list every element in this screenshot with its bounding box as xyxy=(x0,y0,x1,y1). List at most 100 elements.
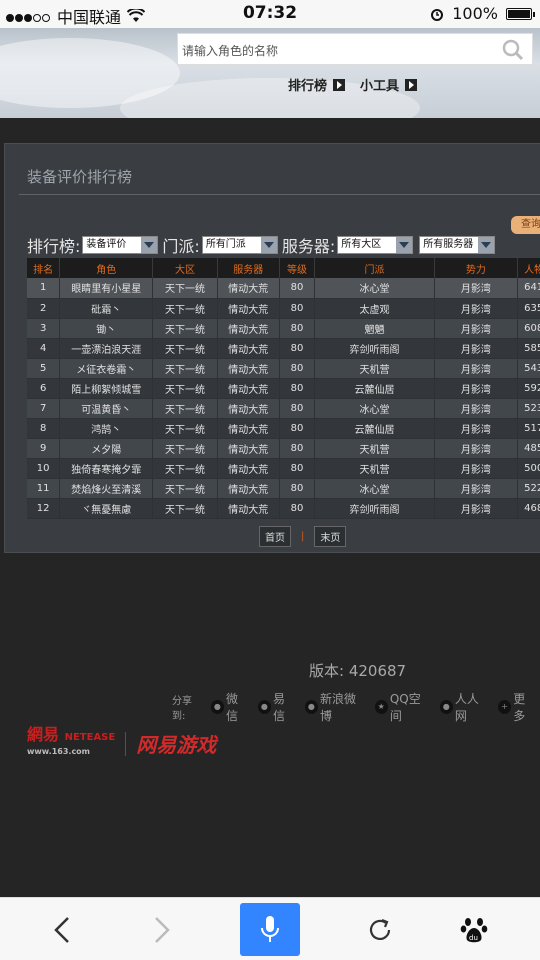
table-row[interactable]: 10独倚春寒掩夕霏天下一统情动大荒80天机营月影湾500 xyxy=(27,458,540,479)
chevron-down-icon xyxy=(260,237,277,253)
table-cell: 一壶漂泊浪天涯 xyxy=(59,338,154,359)
column-header: 人物 xyxy=(517,258,540,278)
table-cell: 月影湾 xyxy=(434,338,519,359)
table-cell: 天下一统 xyxy=(152,498,218,519)
table-cell: 天下一统 xyxy=(152,418,218,439)
table-row[interactable]: 12ヾ無憂無慮天下一统情动大荒80弈剑听雨阁月影湾468 xyxy=(27,498,540,519)
filter-label-school: 门派: xyxy=(162,237,200,256)
yixin-icon: ● xyxy=(257,700,271,714)
search-icon[interactable] xyxy=(502,39,524,61)
reload-button[interactable] xyxy=(358,898,402,960)
share-weibo[interactable]: ● 新浪微博 xyxy=(304,690,366,724)
table-cell: 可温黄昏丶 xyxy=(59,398,154,419)
table-cell: 485 xyxy=(517,438,540,459)
school-select[interactable]: 所有门派 xyxy=(201,236,278,254)
table-cell: 月影湾 xyxy=(434,478,519,499)
table-cell: 情动大荒 xyxy=(217,338,280,359)
table-cell: 独倚春寒掩夕霏 xyxy=(59,458,154,479)
forward-button[interactable] xyxy=(140,898,184,960)
share-more[interactable]: + 更多 xyxy=(497,690,536,724)
wechat-icon: ● xyxy=(210,700,224,714)
svg-text:du: du xyxy=(469,934,478,942)
table-cell: 80 xyxy=(279,418,316,439)
share-yixin[interactable]: ● 易信 xyxy=(257,690,296,724)
filter-label-server: 服务器: xyxy=(281,237,336,256)
share-wechat[interactable]: ● 微信 xyxy=(210,690,249,724)
battery-icon xyxy=(506,7,535,20)
table-cell: 592 xyxy=(517,378,540,399)
ranking-panel: 装备评价排行榜 查询 排行榜: 装备评价 门派: 所有门派 服务器: 所有大区 … xyxy=(4,143,540,553)
filter-label-ranking: 排行榜: xyxy=(27,237,81,256)
table-row[interactable]: 11焚焰烽火至清溪天下一统情动大荒80冰心堂月影湾522 xyxy=(27,478,540,499)
query-button[interactable]: 查询 xyxy=(511,216,540,234)
table-row[interactable]: 8鸿鹄丶天下一统情动大荒80云麓仙居月影湾517 xyxy=(27,418,540,439)
share-bar: 分享到: ● 微信 ● 易信 ● 新浪微博 ★ QQ空间 ● 人人网 + 更多 xyxy=(172,690,540,724)
table-cell: 情动大荒 xyxy=(217,498,280,519)
table-row[interactable]: 2砒霜丶天下一统情动大荒80太虚观月影湾635 xyxy=(27,298,540,319)
table-row[interactable]: 3锄丶天下一统情动大荒80魍魉月影湾608 xyxy=(27,318,540,339)
last-page-button[interactable]: 末页 xyxy=(314,526,347,547)
table-cell: 天下一统 xyxy=(152,378,218,399)
baidu-paw-icon: du xyxy=(460,917,488,942)
table-cell: 月影湾 xyxy=(434,438,519,459)
table-cell: 天下一统 xyxy=(152,278,218,299)
table-cell: メ夕陽 xyxy=(59,438,154,459)
share-qzone[interactable]: ★ QQ空间 xyxy=(374,690,431,724)
search-placeholder: 请输入角色的名称 xyxy=(182,44,279,58)
table-cell: 冰心堂 xyxy=(314,278,435,299)
chevron-right-icon xyxy=(155,916,170,943)
table-cell: 砒霜丶 xyxy=(59,298,154,319)
search-input[interactable]: 请输入角色的名称 xyxy=(177,33,533,65)
nav-tools[interactable]: 小工具 xyxy=(360,75,418,94)
table-row[interactable]: 4一壶漂泊浪天涯天下一统情动大荒80弈剑听雨阁月影湾585 xyxy=(27,338,540,359)
table-cell: 8 xyxy=(27,418,61,439)
table-row[interactable]: 9メ夕陽天下一统情动大荒80天机营月影湾485 xyxy=(27,438,540,459)
play-arrow-icon xyxy=(333,78,346,91)
table-cell: 80 xyxy=(279,378,316,399)
table-cell: 523 xyxy=(517,398,540,419)
table-cell: 月影湾 xyxy=(434,298,519,319)
table-row[interactable]: 1眼睛里有小星星天下一统情动大荒80冰心堂月影湾641 xyxy=(27,278,540,299)
baidu-button[interactable]: du xyxy=(452,898,496,960)
table-cell: 陌上柳絮倾城雪 xyxy=(59,378,154,399)
table-cell: 608 xyxy=(517,318,540,339)
panel-title: 装备评价排行榜 xyxy=(27,168,133,186)
table-cell: 80 xyxy=(279,318,316,339)
table-cell: 天下一统 xyxy=(152,438,218,459)
browser-toolbar: du xyxy=(0,897,540,960)
table-cell: 月影湾 xyxy=(434,318,519,339)
nav-ranking[interactable]: 排行榜 xyxy=(288,75,346,94)
table-cell: 6 xyxy=(27,378,61,399)
column-header: 门派 xyxy=(314,258,435,278)
table-cell: 天机营 xyxy=(314,438,435,459)
back-button[interactable] xyxy=(40,898,84,960)
table-cell: 情动大荒 xyxy=(217,298,280,319)
server-select[interactable]: 所有服务器 xyxy=(419,236,496,254)
alarm-icon xyxy=(431,8,444,21)
table-cell: 冰心堂 xyxy=(314,478,435,499)
table-cell: 鸿鹄丶 xyxy=(59,418,154,439)
version-label: 版本: 420687 xyxy=(309,662,407,680)
refresh-icon xyxy=(369,918,391,940)
table-cell: 517 xyxy=(517,418,540,439)
play-arrow-icon xyxy=(405,78,418,91)
region-select[interactable]: 所有大区 xyxy=(337,236,414,254)
table-cell: 543 xyxy=(517,358,540,379)
renren-icon: ● xyxy=(439,700,453,714)
table-cell: 天下一统 xyxy=(152,338,218,359)
table-cell: 天下一统 xyxy=(152,478,218,499)
footer-links-cut xyxy=(30,763,510,768)
share-renren[interactable]: ● 人人网 xyxy=(439,690,489,724)
ranking-type-select[interactable]: 装备评价 xyxy=(82,236,159,254)
pagination: 首页 | 末页 xyxy=(259,526,347,547)
table-cell: 眼睛里有小星星 xyxy=(59,278,154,299)
voice-search-button[interactable] xyxy=(240,903,300,956)
column-header: 排名 xyxy=(27,258,61,278)
table-cell: 9 xyxy=(27,438,61,459)
table-row[interactable]: 6陌上柳絮倾城雪天下一统情动大荒80云麓仙居月影湾592 xyxy=(27,378,540,399)
table-row[interactable]: 5メ征衣卷霜丶天下一统情动大荒80天机营月影湾543 xyxy=(27,358,540,379)
table-cell: 80 xyxy=(279,298,316,319)
first-page-button[interactable]: 首页 xyxy=(259,526,291,547)
table-row[interactable]: 7可温黄昏丶天下一统情动大荒80冰心堂月影湾523 xyxy=(27,398,540,419)
table-cell: 情动大荒 xyxy=(217,478,280,499)
